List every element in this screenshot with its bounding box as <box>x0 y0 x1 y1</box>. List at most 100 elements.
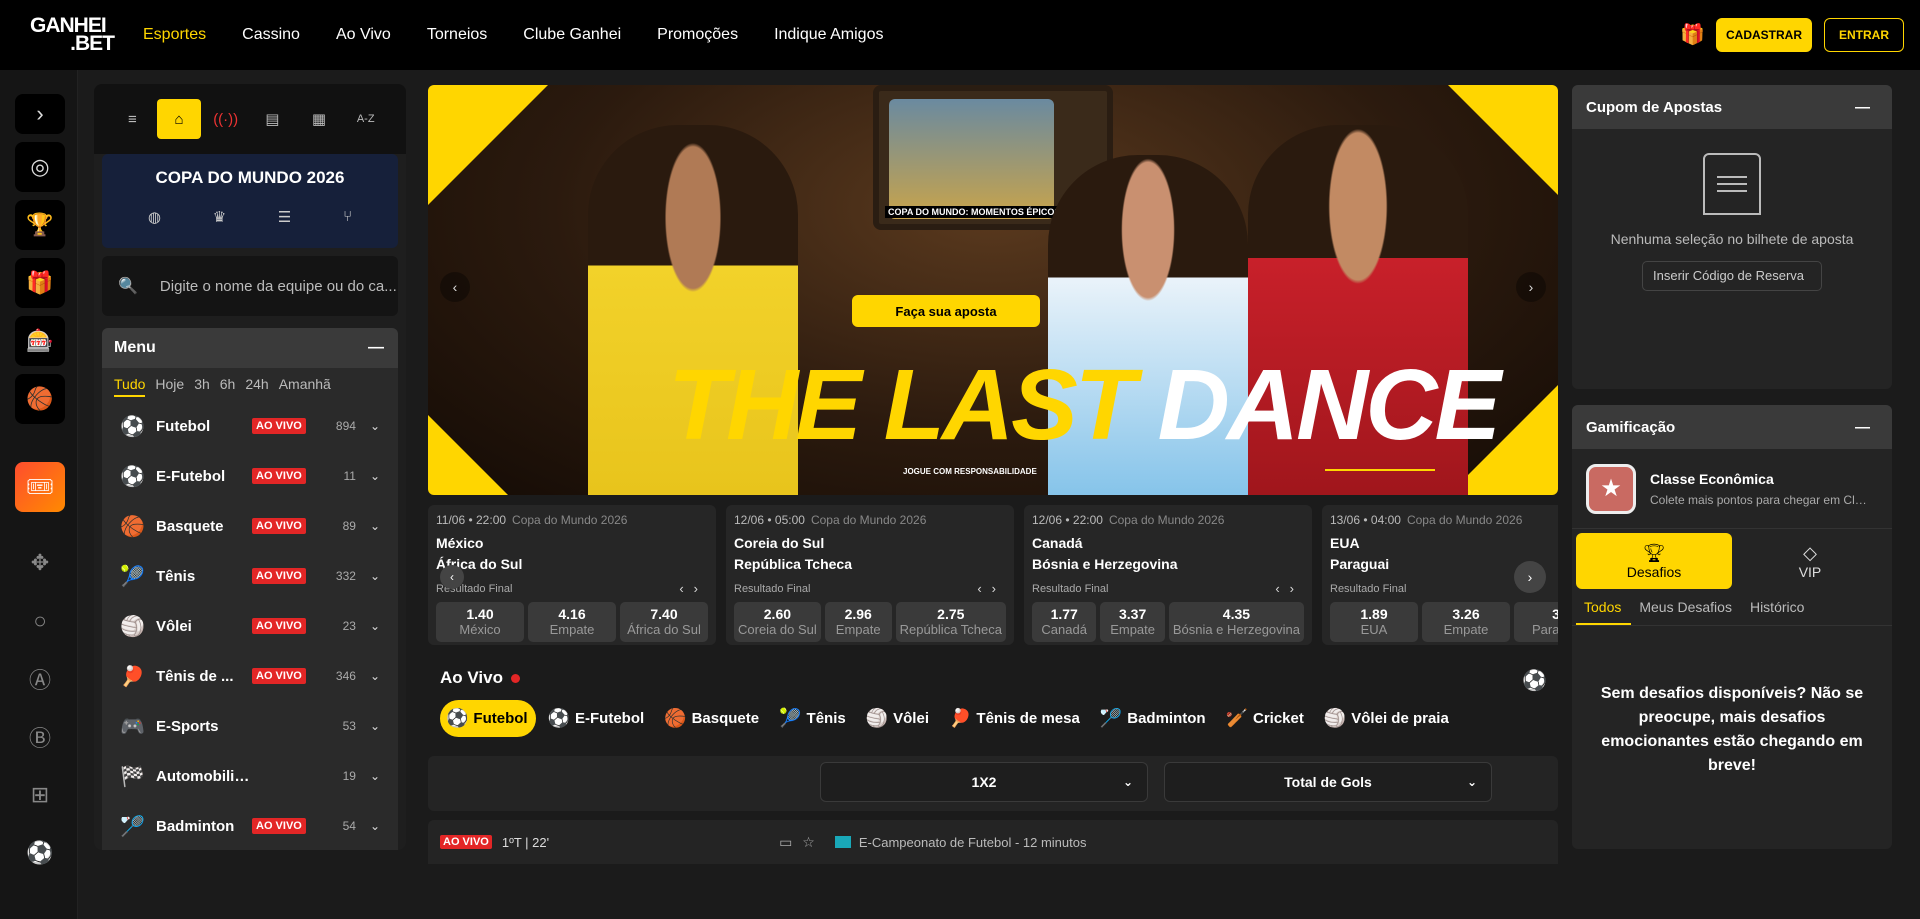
filter-hoje[interactable]: Hoje <box>155 376 184 397</box>
sport-item[interactable]: ⚽ E-Futebol AO VIVO 11 ⌄ <box>102 451 398 501</box>
filter-3h[interactable]: 3h <box>194 376 210 397</box>
team-search[interactable]: 🔍 Digite o nome da equipe ou do ca... <box>102 256 398 316</box>
match-card[interactable]: 12/06 • 22:00 Copa do Mundo 2026 Canadá Bós… <box>1024 505 1312 645</box>
subtab-todos[interactable]: Todos <box>1576 599 1632 625</box>
list-icon[interactable]: ≡ <box>110 99 155 139</box>
nav-ao-vivo[interactable]: Ao Vivo <box>336 26 391 44</box>
sport-chip[interactable]: 🏀 Basquete <box>658 700 767 737</box>
sport-chip[interactable]: 🏓 Tênis de mesa <box>943 700 1088 737</box>
sport-item[interactable]: ⚽ Futebol AO VIVO 894 ⌄ <box>102 401 398 451</box>
sport-item[interactable]: 🏁 Automobilismo 19 ⌄ <box>102 751 398 801</box>
expand-chevron-icon[interactable]: › <box>15 94 65 134</box>
carousel-next-icon[interactable]: › <box>1514 561 1546 593</box>
gift-box-icon[interactable]: 🎁 <box>15 258 65 308</box>
copa-title[interactable]: COPA DO MUNDO 2026 <box>102 168 398 188</box>
banner-next-icon[interactable]: › <box>1516 272 1546 302</box>
collapse-icon[interactable]: — <box>1855 419 1870 436</box>
sport-item[interactable]: 🎮 E-Sports 53 ⌄ <box>102 701 398 751</box>
ball-icon[interactable]: ◍ <box>148 208 161 226</box>
odd-button[interactable]: 7.40 África do Sul <box>620 602 708 642</box>
tab-vip[interactable]: ◇ VIP <box>1732 533 1888 589</box>
filter-6h[interactable]: 6h <box>220 376 236 397</box>
sport-item[interactable]: 🎾 Tênis AO VIVO 332 ⌄ <box>102 551 398 601</box>
market-nav-icon[interactable]: ‹› <box>1275 581 1304 596</box>
odd-button[interactable]: 1.89 EUA <box>1330 602 1418 642</box>
odd-button[interactable]: 4.35 Bósnia e Herzegovina <box>1168 602 1305 642</box>
place-bet-button[interactable]: Faça sua aposta <box>852 295 1040 327</box>
nav-cassino[interactable]: Cassino <box>242 26 300 44</box>
subtab-historico[interactable]: Histórico <box>1742 599 1814 625</box>
promo-banner[interactable]: COPA DO MUNDO: MOMENTOS ÉPICOS Faça sua … <box>428 85 1558 495</box>
chevron-down-icon[interactable]: ⌄ <box>370 819 380 833</box>
chevron-down-icon[interactable]: ⌄ <box>370 719 380 733</box>
sport-chip[interactable]: ⚽ E-Futebol <box>542 700 653 737</box>
sport-item[interactable]: 🏓 Tênis de ... AO VIVO 346 ⌄ <box>102 651 398 701</box>
market-nav-icon[interactable]: ‹› <box>679 581 708 596</box>
odd-button[interactable]: 2.96 Empate <box>824 602 892 642</box>
bet-slip-header[interactable]: Cupom de Apostas — <box>1572 85 1892 129</box>
market-nav-icon[interactable]: ‹› <box>977 581 1006 596</box>
tab-az[interactable]: A-Z <box>343 99 388 139</box>
sport-item[interactable]: 🏐 Vôlei AO VIVO 23 ⌄ <box>102 601 398 651</box>
sport-chip[interactable]: 🏸 Badminton <box>1094 700 1214 737</box>
letter-a-icon[interactable]: Ⓐ <box>15 654 65 704</box>
chevron-down-icon[interactable]: ⌄ <box>370 469 380 483</box>
odd-button[interactable]: 3.26 Empate <box>1422 602 1510 642</box>
sport-chip[interactable]: 🏐 Vôlei de praia <box>1318 700 1457 737</box>
soccer-ball-icon[interactable]: ⚽ <box>1522 668 1547 693</box>
tab-desafios[interactable]: 🏆︎ Desafios <box>1576 533 1732 589</box>
odd-button[interactable]: 1.40 México <box>436 602 524 642</box>
sport-chip[interactable]: 🏐 Vôlei <box>860 700 937 737</box>
gift-icon[interactable]: 🎁 <box>1680 23 1705 47</box>
nav-torneios[interactable]: Torneios <box>427 26 487 44</box>
market-select-1x2[interactable]: 1X2 ⌄ <box>820 762 1148 802</box>
sport-chip[interactable]: 🎾 Tênis <box>773 700 854 737</box>
search-input[interactable]: Digite o nome da equipe ou do ca... <box>160 278 397 295</box>
odd-button[interactable]: 3.Paraguai <box>1514 602 1558 642</box>
news-icon[interactable]: ▤ <box>250 99 295 139</box>
odd-button[interactable]: 3.37 Empate <box>1100 602 1165 642</box>
banner-prev-icon[interactable]: ‹ <box>440 272 470 302</box>
match-card[interactable]: 12/06 • 05:00 Copa do Mundo 2026 Coreia do… <box>726 505 1014 645</box>
collapse-icon[interactable]: — <box>368 339 384 357</box>
filter-24h[interactable]: 24h <box>245 376 268 397</box>
booking-code-input[interactable]: Inserir Código de Reserva <box>1642 261 1822 291</box>
chevron-down-icon[interactable]: ⌄ <box>370 569 380 583</box>
nav-esportes[interactable]: Esportes <box>143 26 206 44</box>
filter-tudo[interactable]: Tudo <box>114 376 146 397</box>
chevron-down-icon[interactable]: ⌄ <box>370 669 380 683</box>
joystick-icon[interactable]: ✥ <box>15 538 65 588</box>
nav-indique-amigos[interactable]: Indique Amigos <box>774 26 883 44</box>
standings-list-icon[interactable]: ☰ <box>278 208 291 226</box>
sports-ball-icon[interactable]: 🏀 <box>15 374 65 424</box>
login-button[interactable]: ENTRAR <box>1824 18 1904 52</box>
field-icon[interactable]: ⊞ <box>15 770 65 820</box>
sport-chip[interactable]: 🏏 Cricket <box>1220 700 1312 737</box>
stream-icon[interactable]: ▭☆ <box>779 834 825 851</box>
chevron-down-icon[interactable]: ⌄ <box>370 519 380 533</box>
ganhei-logo[interactable]: GANHEI .BET <box>30 15 116 55</box>
odd-button[interactable]: 4.16 Empate <box>528 602 616 642</box>
bracket-icon[interactable]: ⑂ <box>343 208 352 226</box>
subtab-meus-desafios[interactable]: Meus Desafios <box>1631 599 1742 625</box>
slot-machine-icon[interactable]: 🎰 <box>15 316 65 366</box>
soccer-ball-icon[interactable]: ⚽ <box>15 828 65 878</box>
sport-item[interactable]: 🏸 Badminton AO VIVO 54 ⌄ <box>102 801 398 850</box>
register-button[interactable]: CADASTRAR <box>1716 18 1812 52</box>
sport-item[interactable]: 🏀 Basquete AO VIVO 89 ⌄ <box>102 501 398 551</box>
collapse-icon[interactable]: — <box>1855 99 1870 116</box>
chevron-down-icon[interactable]: ⌄ <box>370 619 380 633</box>
sport-chip[interactable]: ⚽ Futebol <box>440 700 536 737</box>
odd-button[interactable]: 2.75 República Tcheca <box>895 602 1006 642</box>
chevron-down-icon[interactable]: ⌄ <box>370 419 380 433</box>
ticket-icon[interactable]: 🎟 <box>15 462 65 512</box>
nav-promocoes[interactable]: Promoções <box>657 26 738 44</box>
home-icon[interactable]: ⌂ <box>156 99 202 139</box>
circle-icon[interactable]: ○ <box>15 596 65 646</box>
filter-amanha[interactable]: Amanhã <box>279 376 331 397</box>
live-signal-icon[interactable]: ((·)) <box>203 99 248 139</box>
odd-button[interactable]: 2.60 Coreia do Sul <box>734 602 821 642</box>
trophy-icon[interactable]: 🏆 <box>15 200 65 250</box>
chevron-down-icon[interactable]: ⌄ <box>370 769 380 783</box>
bracket-trophy-icon[interactable]: ♛ <box>213 208 226 226</box>
